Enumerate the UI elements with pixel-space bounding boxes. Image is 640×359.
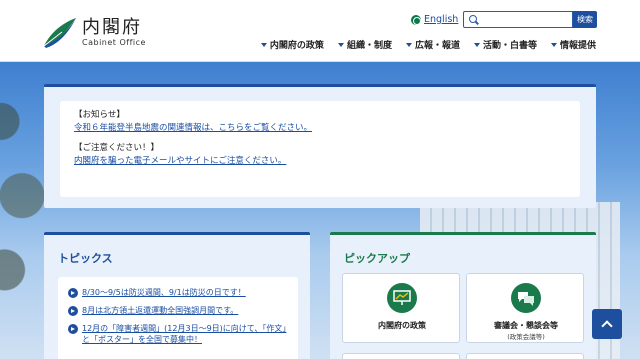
- site-logo[interactable]: 内閣府 Cabinet Office: [42, 16, 146, 50]
- nav-item-label: 活動・白書等: [482, 41, 537, 51]
- chevron-down-icon: [473, 42, 480, 47]
- pickup-card-partial[interactable]: [342, 353, 460, 359]
- chat-bubbles-icon: [511, 283, 541, 313]
- site-header: 内閣府 Cabinet Office English 検索 内閣府の政策 組織・…: [0, 0, 640, 62]
- chevron-down-icon: [405, 42, 412, 47]
- list-item: 8月は北方領土返還運動全国強調月間です。: [68, 305, 288, 316]
- arrow-right-icon: [68, 324, 78, 334]
- topics-title: トピックス: [58, 252, 113, 265]
- chevron-down-icon: [337, 42, 344, 47]
- caution-heading: 【ご注意ください！】: [74, 143, 160, 153]
- nav-item-label: 組織・制度: [346, 41, 392, 51]
- notice-link-earthquake[interactable]: 令和６年能登半島地震の関連情報は、こちらをご覧ください。: [74, 122, 566, 135]
- pickup-card-label: 審議会・懇談会等: [494, 321, 558, 330]
- back-to-top-button[interactable]: [592, 309, 622, 339]
- pickup-card-councils[interactable]: 審議会・懇談会等 (政策会議等): [466, 273, 584, 343]
- topic-link[interactable]: 12月の「障害者週間」(12月3日～9日)に向けて、「作文」と「ポスター」を全国…: [82, 323, 288, 345]
- nav-item-policy[interactable]: 内閣府の政策: [260, 38, 324, 51]
- topic-link[interactable]: 8月は北方領土返還運動全国強調月間です。: [82, 305, 238, 316]
- language-switch[interactable]: English: [411, 14, 458, 25]
- search-box: [463, 11, 573, 28]
- logo-leaf-icon: [43, 18, 76, 48]
- notice-section: 【お知らせ】 令和６年能登半島地震の関連情報は、こちらをご覧ください。 【ご注意…: [44, 84, 596, 208]
- english-link[interactable]: English: [424, 14, 458, 25]
- pickup-card-sublabel: (政策会議等): [507, 333, 545, 341]
- nav-item-activities[interactable]: 活動・白書等: [473, 38, 537, 51]
- tree-silhouette: [0, 62, 50, 359]
- nav-item-press[interactable]: 広報・報道: [405, 38, 460, 51]
- search-input[interactable]: [482, 14, 572, 25]
- topics-panel: トピックス 8/30～9/5は防災週間、9/1は防災の日です！ 8月は北方領土返…: [44, 232, 310, 359]
- arrow-right-icon: [68, 306, 78, 316]
- presentation-icon: [387, 283, 417, 313]
- pickup-card-policy[interactable]: 内閣府の政策: [342, 273, 460, 343]
- nav-item-information[interactable]: 情報提供: [550, 38, 596, 51]
- pickup-title: ピックアップ: [344, 252, 410, 265]
- logo-english: Cabinet Office: [82, 38, 146, 47]
- global-nav: 内閣府の政策 組織・制度 広報・報道 活動・白書等 情報提供: [247, 38, 596, 51]
- notice-link-phishing[interactable]: 内閣府を騙った電子メールやサイトにご注意ください。: [74, 155, 566, 168]
- topic-link[interactable]: 8/30～9/5は防災週間、9/1は防災の日です！: [82, 287, 246, 298]
- list-item: 8/30～9/5は防災週間、9/1は防災の日です！: [68, 287, 288, 298]
- globe-icon: [411, 14, 421, 25]
- nav-item-label: 情報提供: [559, 41, 596, 51]
- notice-box: 【お知らせ】 令和６年能登半島地震の関連情報は、こちらをご覧ください。 【ご注意…: [60, 101, 580, 197]
- pickup-card-label: 内閣府の政策: [378, 321, 426, 330]
- list-item: 12月の「障害者週間」(12月3日～9日)に向けて、「作文」と「ポスター」を全国…: [68, 323, 288, 345]
- nav-item-label: 内閣府の政策: [269, 41, 324, 51]
- topics-list: 8/30～9/5は防災週間、9/1は防災の日です！ 8月は北方領土返還運動全国強…: [58, 277, 298, 359]
- chevron-down-icon: [260, 42, 267, 47]
- nav-item-organization[interactable]: 組織・制度: [337, 38, 392, 51]
- nav-item-label: 広報・報道: [414, 41, 460, 51]
- chevron-down-icon: [550, 42, 557, 47]
- arrow-up-icon: [601, 320, 613, 332]
- arrow-right-icon: [68, 288, 78, 298]
- notice-heading: 【お知らせ】: [74, 110, 125, 120]
- search-button[interactable]: 検索: [573, 11, 597, 28]
- pickup-card-partial[interactable]: [466, 353, 584, 359]
- search-icon: [468, 14, 479, 26]
- logo-japanese: 内閣府: [82, 17, 142, 38]
- pickup-panel: ピックアップ 内閣府の政策 審議会・懇談会等 (政策会議等): [330, 232, 596, 359]
